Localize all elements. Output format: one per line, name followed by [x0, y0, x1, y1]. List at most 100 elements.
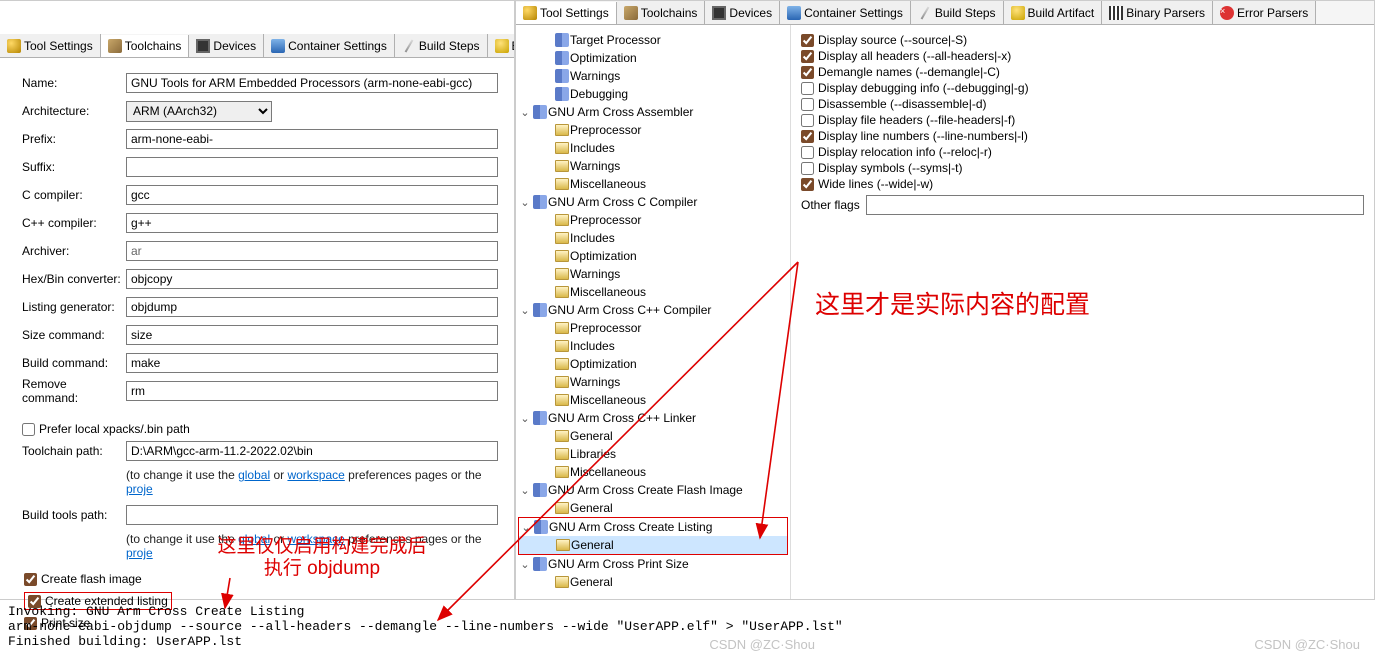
other-flags-label: Other flags: [801, 198, 860, 212]
tab-tool-settings[interactable]: Tool Settings: [516, 2, 617, 25]
option-row: Display debugging info (--debugging|-g): [801, 81, 1364, 95]
tab-build-artifact[interactable]: Build Artifact: [1004, 1, 1103, 24]
twisty-icon[interactable]: ⌄: [518, 106, 532, 119]
tree-node-miscellaneous[interactable]: Miscellaneous: [518, 463, 788, 481]
cxx-field[interactable]: [126, 213, 498, 233]
option-checkbox[interactable]: [801, 146, 814, 159]
tree-node-preprocessor[interactable]: Preprocessor: [518, 211, 788, 229]
global-link[interactable]: global: [238, 468, 270, 482]
option-label: Display all headers (--all-headers|-x): [818, 49, 1011, 63]
folder-icon: [554, 375, 570, 389]
name-field[interactable]: [126, 73, 498, 93]
option-checkbox[interactable]: [801, 34, 814, 47]
workspace-link[interactable]: workspace: [287, 468, 344, 482]
tree-node-gnu-arm-cross-c-linker[interactable]: ⌄GNU Arm Cross C++ Linker: [518, 409, 788, 427]
tree-node-includes[interactable]: Includes: [518, 229, 788, 247]
tree-node-general[interactable]: General: [518, 573, 788, 591]
suffix-field[interactable]: [126, 157, 498, 177]
tree-node-includes[interactable]: Includes: [518, 337, 788, 355]
tree-node-warnings[interactable]: Warnings: [518, 67, 788, 85]
tree-node-includes[interactable]: Includes: [518, 139, 788, 157]
tree-node-optimization[interactable]: Optimization: [518, 49, 788, 67]
tab-tool-settings[interactable]: Tool Settings: [0, 34, 101, 57]
tab-devices[interactable]: Devices: [189, 34, 264, 57]
tab-container-settings[interactable]: Container Settings: [264, 34, 395, 57]
project-link-2[interactable]: proje: [126, 546, 153, 560]
tree-label: General: [571, 538, 614, 552]
twisty-icon[interactable]: ⌄: [518, 412, 532, 425]
prefer-local-label: Prefer local xpacks/.bin path: [39, 422, 190, 436]
hex-field[interactable]: [126, 269, 498, 289]
size-label: Size command:: [22, 328, 126, 342]
tab-devices[interactable]: Devices: [705, 1, 780, 24]
tree-node-optimization[interactable]: Optimization: [518, 247, 788, 265]
ar-field[interactable]: [126, 241, 498, 261]
other-flags-field[interactable]: [866, 195, 1364, 215]
tab-binary-parsers[interactable]: Binary Parsers: [1102, 1, 1213, 24]
rm-field[interactable]: [126, 381, 498, 401]
tab-container-settings[interactable]: Container Settings: [780, 1, 911, 24]
prefix-field[interactable]: [126, 129, 498, 149]
tab-build-steps[interactable]: Build Steps: [911, 1, 1004, 24]
option-checkbox[interactable]: [801, 178, 814, 191]
option-checkbox[interactable]: [801, 114, 814, 127]
toolchain-path-hint: (to change it use the global or workspac…: [22, 468, 504, 496]
tree-node-gnu-arm-cross-c-compiler[interactable]: ⌄GNU Arm Cross C++ Compiler: [518, 301, 788, 319]
twisty-icon[interactable]: ⌄: [519, 521, 533, 534]
tab-label: Container Settings: [804, 6, 903, 20]
lst-field[interactable]: [126, 297, 498, 317]
option-checkbox[interactable]: [801, 66, 814, 79]
twisty-icon[interactable]: ⌄: [518, 484, 532, 497]
create-flash-checkbox[interactable]: [24, 573, 37, 586]
option-checkbox[interactable]: [801, 50, 814, 63]
tab-toolchains[interactable]: Toolchains: [101, 35, 190, 58]
twisty-icon[interactable]: ⌄: [518, 196, 532, 209]
tree-node-miscellaneous[interactable]: Miscellaneous: [518, 283, 788, 301]
build-tools-path-field[interactable]: [126, 505, 498, 525]
project-link[interactable]: proje: [126, 482, 153, 496]
tree-node-gnu-arm-cross-assembler[interactable]: ⌄GNU Arm Cross Assembler: [518, 103, 788, 121]
tab-error-parsers[interactable]: ×Error Parsers: [1213, 1, 1316, 24]
tree-node-target-processor[interactable]: Target Processor: [518, 31, 788, 49]
tree-node-general[interactable]: General: [518, 427, 788, 445]
tree-node-preprocessor[interactable]: Preprocessor: [518, 121, 788, 139]
tree-node-gnu-arm-cross-c-compiler[interactable]: ⌄GNU Arm Cross C Compiler: [518, 193, 788, 211]
tree-node-libraries[interactable]: Libraries: [518, 445, 788, 463]
tree-node-gnu-arm-cross-print-size[interactable]: ⌄GNU Arm Cross Print Size: [518, 555, 788, 573]
tree-node-warnings[interactable]: Warnings: [518, 265, 788, 283]
option-checkbox[interactable]: [801, 130, 814, 143]
rm-label: Remove command:: [22, 377, 126, 405]
size-field[interactable]: [126, 325, 498, 345]
tree-node-preprocessor[interactable]: Preprocessor: [518, 319, 788, 337]
tab-bui[interactable]: Bui: [488, 34, 514, 57]
tab-label: Toolchains: [125, 39, 182, 53]
twisty-icon[interactable]: ⌄: [518, 304, 532, 317]
tab-build-steps[interactable]: Build Steps: [395, 34, 488, 57]
folder-icon: [554, 501, 570, 515]
tree-node-miscellaneous[interactable]: Miscellaneous: [518, 391, 788, 409]
option-label: Display source (--source|-S): [818, 33, 967, 47]
cc-field[interactable]: [126, 185, 498, 205]
settings-tree[interactable]: Target ProcessorOptimizationWarningsDebu…: [516, 25, 791, 599]
tree-node-debugging[interactable]: Debugging: [518, 85, 788, 103]
build-field[interactable]: [126, 353, 498, 373]
tool-icon: [532, 105, 548, 119]
tree-node-gnu-arm-cross-create-listing[interactable]: ⌄GNU Arm Cross Create Listing: [519, 518, 787, 536]
tree-node-warnings[interactable]: Warnings: [518, 373, 788, 391]
option-checkbox[interactable]: [801, 82, 814, 95]
tree-node-optimization[interactable]: Optimization: [518, 355, 788, 373]
arch-select[interactable]: ARM (AArch32): [126, 101, 272, 122]
tab-toolchains[interactable]: Toolchains: [617, 1, 706, 24]
tree-label: Miscellaneous: [570, 285, 646, 299]
tree-node-warnings[interactable]: Warnings: [518, 157, 788, 175]
option-checkbox[interactable]: [801, 98, 814, 111]
tree-node-gnu-arm-cross-create-flash-image[interactable]: ⌄GNU Arm Cross Create Flash Image: [518, 481, 788, 499]
tree-node-general[interactable]: General: [518, 499, 788, 517]
toolchain-path-field[interactable]: [126, 441, 498, 461]
option-checkbox[interactable]: [801, 162, 814, 175]
prefer-local-checkbox[interactable]: [22, 423, 35, 436]
twisty-icon[interactable]: ⌄: [518, 558, 532, 571]
lst-label: Listing generator:: [22, 300, 126, 314]
tree-node-general[interactable]: General: [519, 536, 787, 554]
tree-node-miscellaneous[interactable]: Miscellaneous: [518, 175, 788, 193]
